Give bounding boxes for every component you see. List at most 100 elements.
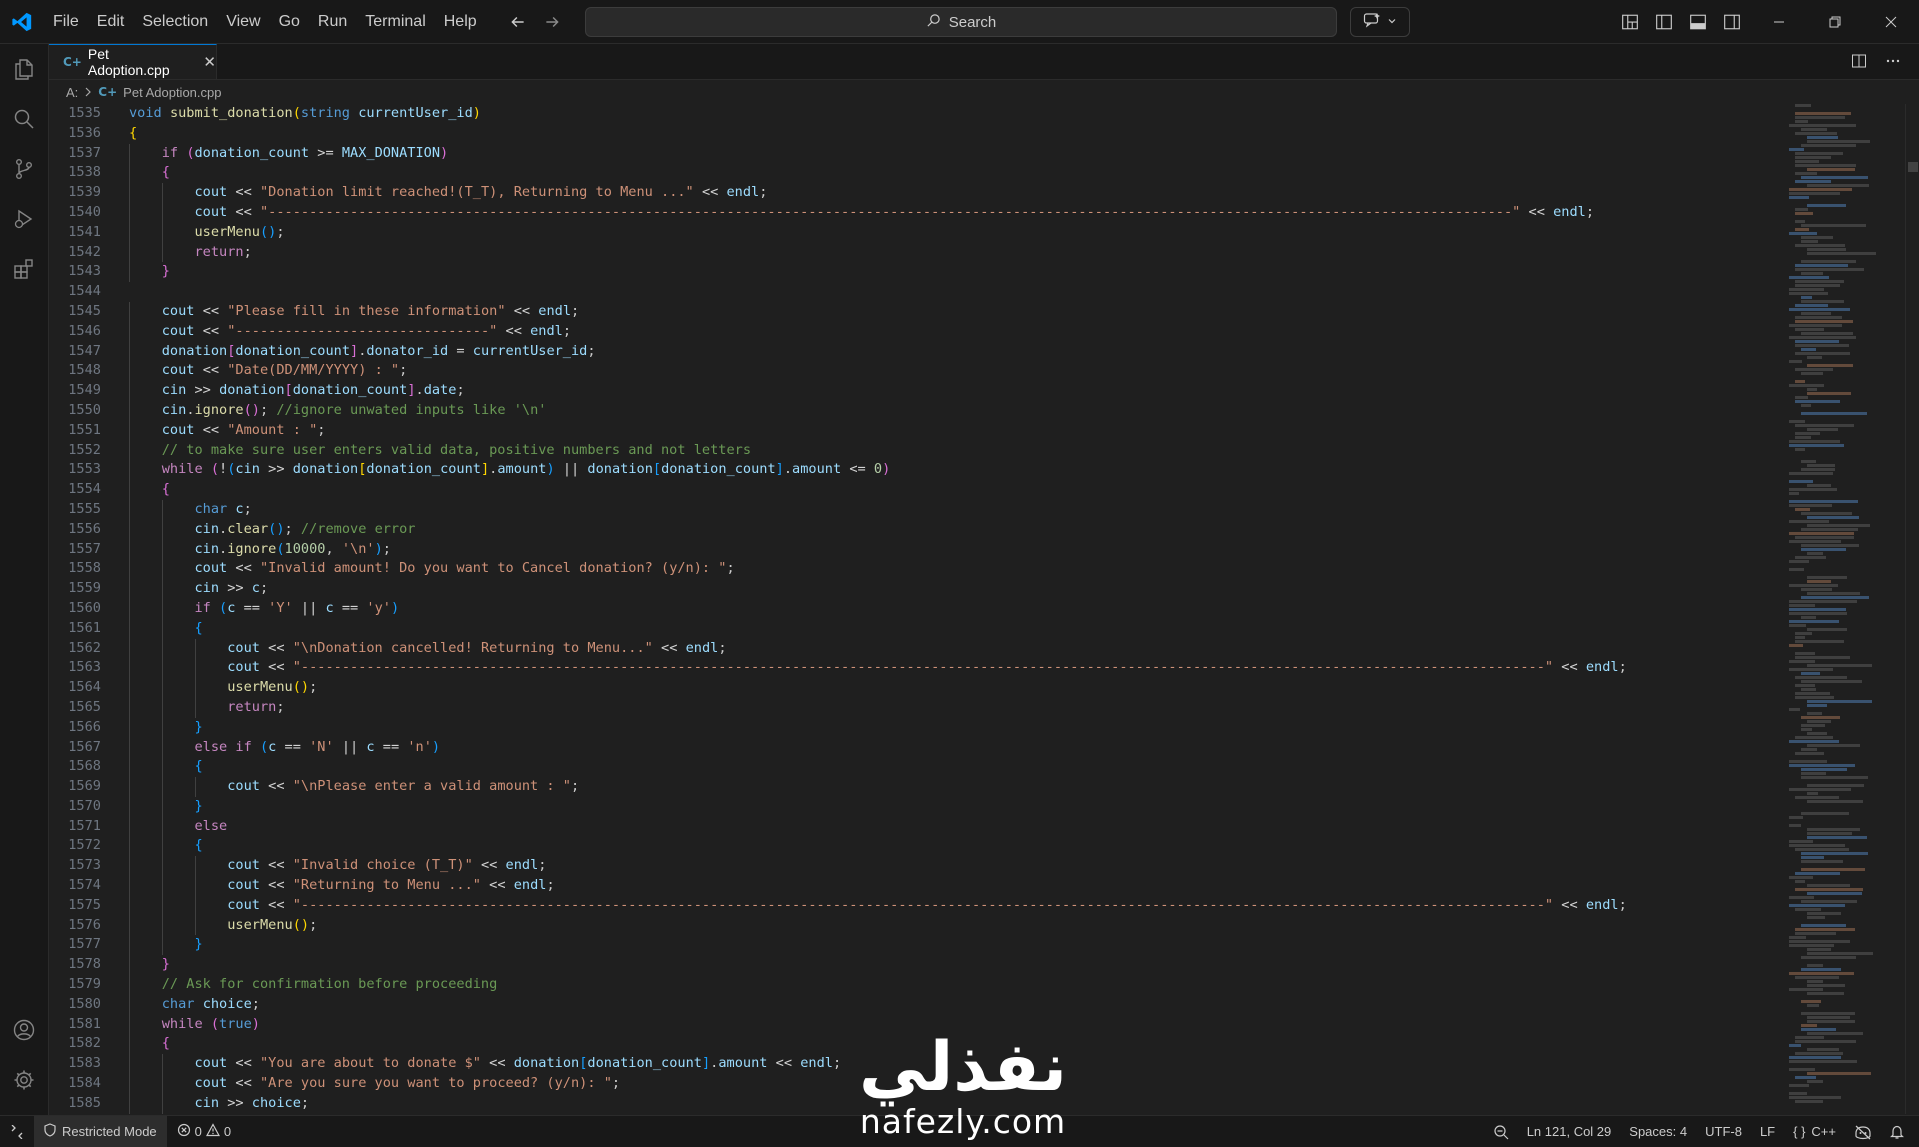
code-line[interactable]: 1584 cout << "Are you sure you want to p…: [49, 1074, 1789, 1094]
indentation[interactable]: Spaces: 4: [1620, 1116, 1696, 1147]
bell-icon[interactable]: [1881, 1116, 1913, 1147]
code-line[interactable]: 1551 cout << "Amount : ";: [49, 420, 1789, 441]
close-window-icon[interactable]: [1863, 0, 1919, 43]
code-line[interactable]: 1544: [49, 282, 1789, 302]
code-line[interactable]: 1552 // to make sure user enters valid d…: [49, 440, 1789, 461]
tab-pet-adoption[interactable]: C+ Pet Adoption.cpp ✕: [49, 44, 217, 79]
code-line[interactable]: 1536 {: [49, 124, 1789, 144]
code-line[interactable]: 1557 cin.ignore(10000, '\n');: [49, 539, 1789, 560]
minimize-icon[interactable]: [1751, 0, 1807, 43]
scrollbar-thumb[interactable]: [1908, 162, 1918, 172]
code-line[interactable]: 1573 cout << "Invalid choice (T_T)" << e…: [49, 856, 1789, 877]
minimap[interactable]: [1789, 104, 1905, 1114]
end-of-line[interactable]: LF: [1751, 1116, 1784, 1147]
code-line[interactable]: 1566 }: [49, 717, 1789, 738]
code-line[interactable]: 1567 else if (c == 'N' || c == 'n'): [49, 737, 1789, 758]
code-line[interactable]: 1535 void submit_donation(string currentU…: [49, 104, 1789, 124]
toggle-panel-icon[interactable]: [1684, 8, 1712, 36]
code-line[interactable]: 1548 cout << "Date(DD/MM/YYYY) : ";: [49, 361, 1789, 382]
code-line[interactable]: 1547 donation[donation_count].donator_id…: [49, 341, 1789, 362]
code-line[interactable]: 1543 }: [49, 262, 1789, 283]
code-line[interactable]: 1561 {: [49, 618, 1789, 639]
code-line[interactable]: 1564 userMenu();: [49, 678, 1789, 698]
restricted-mode-indicator[interactable]: Restricted Mode: [34, 1116, 167, 1147]
breadcrumb-root[interactable]: A:: [66, 85, 78, 100]
code-line[interactable]: 1549 cin >> donation[donation_count].dat…: [49, 381, 1789, 401]
code-line[interactable]: 1579 // Ask for confirmation before proc…: [49, 975, 1789, 995]
run-debug-icon[interactable]: [0, 194, 48, 244]
code-line[interactable]: 1581 while (true): [49, 1014, 1789, 1035]
extensions-icon[interactable]: [0, 244, 48, 294]
code-line[interactable]: 1575 cout << "--------------------------…: [49, 895, 1789, 916]
menu-view[interactable]: View: [217, 0, 269, 43]
code-line[interactable]: 1542 return;: [49, 242, 1789, 263]
code-line[interactable]: 1582 {: [49, 1034, 1789, 1055]
code-line[interactable]: 1577 }: [49, 935, 1789, 956]
code-line[interactable]: 1540 cout << "--------------------------…: [49, 202, 1789, 223]
code-line[interactable]: 1539 cout << "Donation limit reached!(T_…: [49, 183, 1789, 203]
code-line[interactable]: 1580 char choice;: [49, 994, 1789, 1015]
code-line[interactable]: 1538 {: [49, 163, 1789, 184]
encoding[interactable]: UTF-8: [1696, 1116, 1751, 1147]
code-line[interactable]: 1571 else: [49, 816, 1789, 837]
source-control-icon[interactable]: [0, 144, 48, 194]
code-line[interactable]: 1559 cin >> c;: [49, 579, 1789, 599]
menu-go[interactable]: Go: [270, 0, 309, 43]
forward-arrow-icon[interactable]: [538, 8, 566, 36]
toggle-primary-sidebar-icon[interactable]: [1650, 8, 1678, 36]
code-line[interactable]: 1545 cout << "Please fill in these infor…: [49, 301, 1789, 322]
code-line[interactable]: 1569 cout << "\nPlease enter a valid amo…: [49, 777, 1789, 797]
code-editor[interactable]: 1535 void submit_donation(string currentU…: [49, 104, 1789, 1114]
code-line[interactable]: 1572 {: [49, 836, 1789, 857]
code-line[interactable]: 1568 {: [49, 757, 1789, 778]
code-line[interactable]: 1560 if (c == 'Y' || c == 'y'): [49, 598, 1789, 619]
line-content: char c;: [194, 500, 252, 517]
problems-indicator[interactable]: 0 0: [167, 1123, 241, 1140]
code-line[interactable]: 1583 cout << "You are about to donate $"…: [49, 1054, 1789, 1075]
code-line[interactable]: 1574 cout << "Returning to Menu ..." << …: [49, 876, 1789, 896]
more-actions-icon[interactable]: [1881, 49, 1905, 73]
code-line[interactable]: 1558 cout << "Invalid amount! Do you wan…: [49, 559, 1789, 580]
code-line[interactable]: 1550 cin.ignore(); //ignore unwated inpu…: [49, 400, 1789, 421]
code-line[interactable]: 1563 cout << "--------------------------…: [49, 658, 1789, 679]
code-line[interactable]: 1546 cout << "--------------------------…: [49, 321, 1789, 342]
code-line[interactable]: 1553 while (!(cin >> donation[donation_c…: [49, 460, 1789, 481]
code-line[interactable]: 1578 }: [49, 955, 1789, 976]
code-line[interactable]: 1585 cin >> choice;: [49, 1093, 1789, 1114]
back-arrow-icon[interactable]: [504, 8, 532, 36]
close-icon[interactable]: ✕: [203, 53, 216, 71]
zoom-icon[interactable]: [1484, 1116, 1518, 1147]
menu-terminal[interactable]: Terminal: [356, 0, 434, 43]
code-line[interactable]: 1570 }: [49, 796, 1789, 817]
code-line[interactable]: 1565 return;: [49, 697, 1789, 718]
language-mode[interactable]: { } C++: [1784, 1116, 1845, 1147]
explorer-icon[interactable]: [0, 44, 48, 94]
cursor-position[interactable]: Ln 121, Col 29: [1518, 1116, 1621, 1147]
menu-selection[interactable]: Selection: [133, 0, 217, 43]
remote-indicator-icon[interactable]: [0, 1116, 34, 1147]
editor-tab-bar: C+ Pet Adoption.cpp ✕: [49, 44, 1919, 80]
search-view-icon[interactable]: [0, 94, 48, 144]
copilot-status-icon[interactable]: [1845, 1116, 1881, 1147]
menu-run[interactable]: Run: [309, 0, 356, 43]
toggle-secondary-sidebar-icon[interactable]: [1718, 8, 1746, 36]
restore-icon[interactable]: [1807, 0, 1863, 43]
code-line[interactable]: 1562 cout << "\nDonation cancelled! Retu…: [49, 638, 1789, 659]
code-line[interactable]: 1554 {: [49, 480, 1789, 500]
vertical-scrollbar[interactable]: [1905, 104, 1919, 1114]
accounts-icon[interactable]: [0, 1005, 48, 1055]
menu-edit[interactable]: Edit: [88, 0, 134, 43]
copilot-chat-button[interactable]: [1350, 7, 1410, 37]
code-line[interactable]: 1576 userMenu();: [49, 915, 1789, 936]
gear-icon[interactable]: [0, 1055, 48, 1105]
code-line[interactable]: 1555 char c;: [49, 499, 1789, 520]
code-line[interactable]: 1541 userMenu();: [49, 222, 1789, 243]
code-line[interactable]: 1537 if (donation_count >= MAX_DONATION): [49, 143, 1789, 164]
command-center-search[interactable]: Search: [585, 7, 1337, 37]
customize-layout-icon[interactable]: [1616, 8, 1644, 36]
split-editor-icon[interactable]: [1847, 49, 1871, 73]
breadcrumb-file[interactable]: Pet Adoption.cpp: [123, 85, 221, 100]
menu-help[interactable]: Help: [435, 0, 486, 43]
code-line[interactable]: 1556 cin.clear(); //remove error: [49, 519, 1789, 540]
menu-file[interactable]: File: [44, 0, 88, 43]
